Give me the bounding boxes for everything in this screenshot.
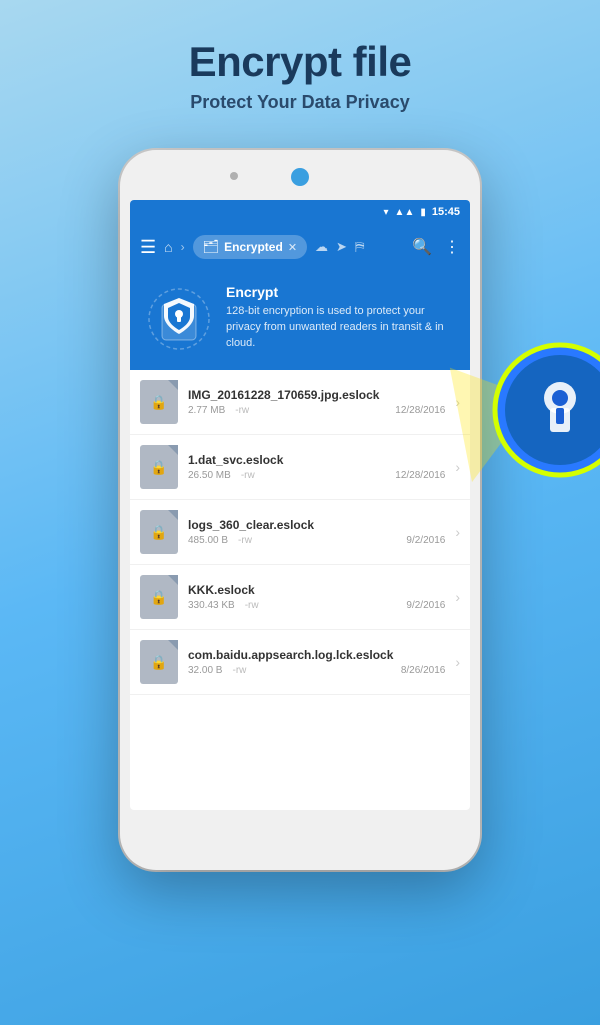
battery-icon: ▮ <box>420 207 426 218</box>
file-date-2: 12/28/2016 <box>395 470 445 481</box>
file-date-5: 8/26/2016 <box>401 665 446 676</box>
file-perm-5: -rw <box>232 665 246 676</box>
lock-icon: 🔒 <box>150 654 167 671</box>
phone-mockup: ▾ ▲▲ ▮ 15:45 ☰ ⌂ › 🗂 Encrypted ✕ ☁ ➤ ⛿ <box>120 150 480 910</box>
bookmark-icon: ⛿ <box>355 239 364 255</box>
cloud-icon: ☁ <box>315 239 328 255</box>
status-time: 15:45 <box>432 206 460 218</box>
file-item[interactable]: 🔒 1.dat_svc.eslock 26.50 MB -rw 12/28/20… <box>130 435 470 500</box>
file-perm-3: -rw <box>238 535 252 546</box>
file-icon-2: 🔒 <box>140 445 178 489</box>
phone-sensor <box>230 172 238 180</box>
file-perm-2: -rw <box>241 470 255 481</box>
lock-icon: 🔒 <box>150 394 167 411</box>
banner-description: 128-bit encryption is used to protect yo… <box>226 304 456 352</box>
page-title: Encrypt file <box>20 38 580 86</box>
file-info-2: 1.dat_svc.eslock 26.50 MB -rw 12/28/2016 <box>188 453 445 481</box>
file-item[interactable]: 🔒 IMG_20161228_170659.jpg.eslock 2.77 MB… <box>130 370 470 435</box>
lock-icon: 🔒 <box>150 459 167 476</box>
search-button[interactable]: 🔍 <box>412 237 432 257</box>
file-item[interactable]: 🔒 com.baidu.appsearch.log.lck.eslock 32.… <box>130 630 470 695</box>
file-name-2: 1.dat_svc.eslock <box>188 453 445 467</box>
phone-frame: ▾ ▲▲ ▮ 15:45 ☰ ⌂ › 🗂 Encrypted ✕ ☁ ➤ ⛿ <box>120 150 480 870</box>
more-button[interactable]: ⋮ <box>444 237 460 257</box>
file-item[interactable]: 🔒 KKK.eslock 330.43 KB -rw 9/2/2016 › <box>130 565 470 630</box>
home-icon[interactable]: ⌂ <box>164 239 172 255</box>
file-icon-1: 🔒 <box>140 380 178 424</box>
banner-text: Encrypt 128-bit encryption is used to pr… <box>226 284 456 352</box>
file-info-3: logs_360_clear.eslock 485.00 B -rw 9/2/2… <box>188 518 445 546</box>
file-more-5[interactable]: › <box>455 654 460 670</box>
file-icon-5: 🔒 <box>140 640 178 684</box>
file-size-3: 485.00 B <box>188 535 228 546</box>
lock-icon: 🔒 <box>150 589 167 606</box>
app-bar-actions: 🔍 ⋮ <box>412 237 460 257</box>
lock-icon: 🔒 <box>150 524 167 541</box>
file-icon-4: 🔒 <box>140 575 178 619</box>
chip-lock-icon: 🗂 <box>203 239 220 255</box>
page-subtitle: Protect Your Data Privacy <box>20 92 580 113</box>
signal-icon: ▲▲ <box>395 207 415 218</box>
send-icon: ➤ <box>336 239 347 255</box>
file-size-4: 330.43 KB <box>188 600 235 611</box>
file-item[interactable]: 🔒 logs_360_clear.eslock 485.00 B -rw 9/2… <box>130 500 470 565</box>
file-list: 🔒 IMG_20161228_170659.jpg.eslock 2.77 MB… <box>130 370 470 695</box>
file-icon-3: 🔒 <box>140 510 178 554</box>
breadcrumb-separator: › <box>181 240 185 254</box>
file-name-5: com.baidu.appsearch.log.lck.eslock <box>188 648 445 662</box>
shield-graphic <box>144 284 214 354</box>
wifi-icon: ▾ <box>384 207 389 218</box>
app-bar: ☰ ⌂ › 🗂 Encrypted ✕ ☁ ➤ ⛿ 🔍 ⋮ <box>130 224 470 270</box>
file-name-3: logs_360_clear.eslock <box>188 518 445 532</box>
file-perm-4: -rw <box>245 600 259 611</box>
file-info-4: KKK.eslock 330.43 KB -rw 9/2/2016 <box>188 583 445 611</box>
file-date-4: 9/2/2016 <box>406 600 445 611</box>
file-perm-1: -rw <box>235 405 249 416</box>
file-more-4[interactable]: › <box>455 589 460 605</box>
file-info-1: IMG_20161228_170659.jpg.eslock 2.77 MB -… <box>188 388 445 416</box>
file-size-1: 2.77 MB <box>188 405 225 416</box>
status-bar: ▾ ▲▲ ▮ 15:45 <box>130 200 470 224</box>
phone-camera <box>291 168 309 186</box>
file-size-5: 32.00 B <box>188 665 222 676</box>
file-date-3: 9/2/2016 <box>406 535 445 546</box>
file-info-5: com.baidu.appsearch.log.lck.eslock 32.00… <box>188 648 445 676</box>
file-more-3[interactable]: › <box>455 524 460 540</box>
hamburger-icon[interactable]: ☰ <box>140 237 156 258</box>
breadcrumb-chip[interactable]: 🗂 Encrypted ✕ <box>193 235 307 259</box>
file-name-4: KKK.eslock <box>188 583 445 597</box>
phone-screen: ▾ ▲▲ ▮ 15:45 ☰ ⌂ › 🗂 Encrypted ✕ ☁ ➤ ⛿ <box>130 200 470 810</box>
chip-close-icon[interactable]: ✕ <box>288 241 297 254</box>
file-name-1: IMG_20161228_170659.jpg.eslock <box>188 388 445 402</box>
lock-circle-icon <box>490 340 600 480</box>
chip-label: Encrypted <box>224 240 283 254</box>
encrypt-banner: Encrypt 128-bit encryption is used to pr… <box>130 270 470 370</box>
banner-title: Encrypt <box>226 284 456 300</box>
file-size-2: 26.50 MB <box>188 470 231 481</box>
